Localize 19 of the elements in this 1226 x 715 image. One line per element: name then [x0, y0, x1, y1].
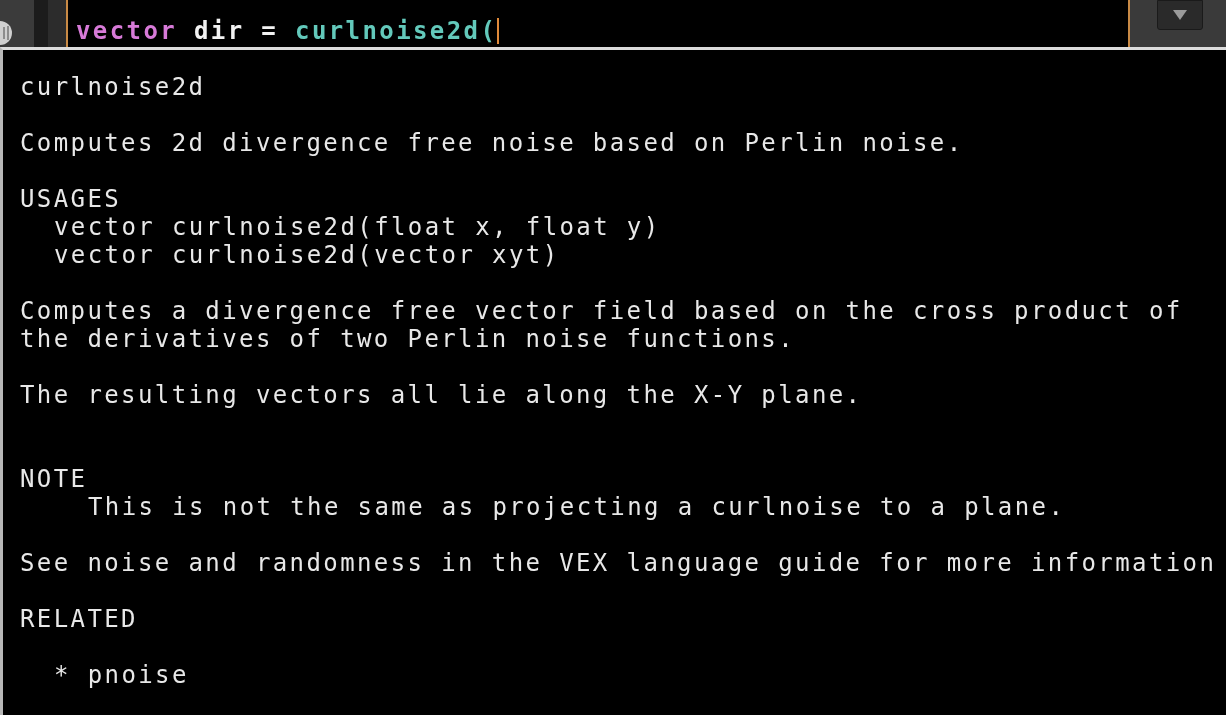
help-text: See noise and randomness in the VEX language guide for more information — [20, 549, 1217, 577]
help-text: curlnoise2d — [20, 73, 206, 101]
section-heading: NOTE — [20, 465, 88, 493]
help-text: The resulting vectors all lie along the X-Y plane. — [20, 381, 863, 409]
help-text: Computes 2d divergence free noise based on Perlin noise. — [20, 129, 964, 157]
section-heading: RELATED — [20, 605, 138, 633]
code-token: curlnoise2d( — [295, 17, 498, 45]
code-token: dir = — [192, 17, 280, 45]
code-token: vector — [76, 17, 178, 45]
usage-signature: vector curlnoise2d(float x, float y) — [54, 213, 661, 241]
note-text: This is not the same as projecting a curlnoise to a plane. — [88, 493, 1066, 521]
caret-down-icon — [1173, 10, 1187, 20]
text-cursor — [497, 18, 500, 44]
code-editor[interactable]: vector dir = curlnoise2d( — [66, 0, 1130, 47]
usage-signature: vector curlnoise2d(vector xyt) — [54, 241, 560, 269]
related-link[interactable]: * pnoise — [54, 661, 189, 689]
help-text: Computes a divergence free vector field based on the cross product of the derivatives of two Perlin noise functions. — [20, 297, 1183, 353]
section-heading: USAGES — [20, 185, 122, 213]
dropdown-button[interactable] — [1157, 0, 1203, 30]
